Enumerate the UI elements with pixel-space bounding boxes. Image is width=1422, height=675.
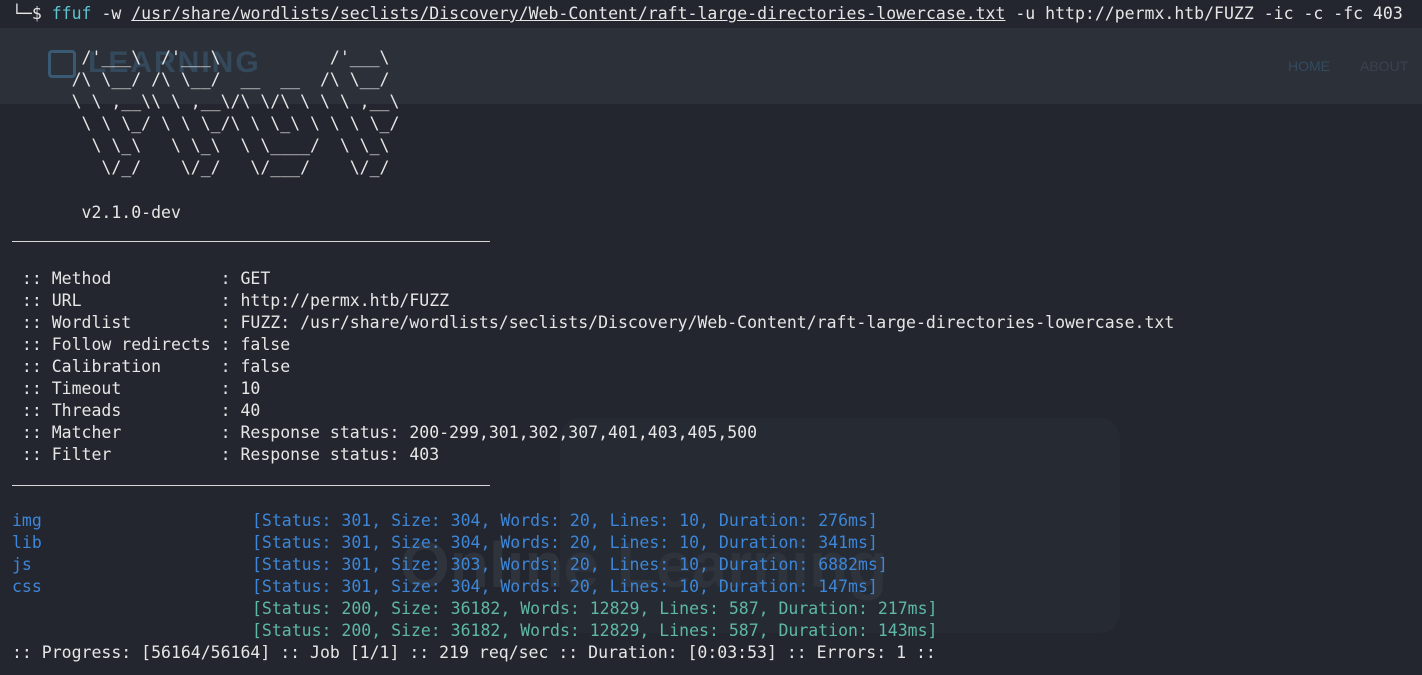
config-filter: :: Filter : Response status: 403 (12, 445, 440, 464)
config-matcher: :: Matcher : Response status: 200-299,30… (12, 423, 758, 442)
result-row: img [Status: 301, Size: 304, Words: 20, L… (12, 510, 1012, 532)
terminal-window[interactable]: LEARNING HOME ABOUT Online Learning └─$ … (0, 0, 1422, 675)
config-url: :: URL : http://permx.htb/FUZZ (12, 291, 450, 310)
banner-line: /\ \__/ /\ \__/ __ __ /\ \__/ (12, 70, 390, 89)
banner-line: /'___\ /'___\ /'___\ (12, 48, 390, 67)
config-wordlist: :: Wordlist : FUZZ: /usr/share/wordlists… (12, 313, 1175, 332)
config-method: :: Method : GET (12, 269, 271, 288)
command-tool: ffuf (51, 4, 92, 23)
terminal-output[interactable]: └─$ ffuf -w /usr/share/wordlists/seclist… (0, 0, 1422, 675)
result-info: [Status: 301, Size: 303, Words: 20, Line… (252, 555, 888, 574)
version-label: v2.1.0-dev (12, 203, 181, 222)
result-info: [Status: 200, Size: 36182, Words: 12829,… (252, 621, 938, 640)
config-timeout: :: Timeout : 10 (12, 379, 261, 398)
result-path: img (12, 511, 42, 530)
command-wordlist-path[interactable]: /usr/share/wordlists/seclists/Discovery/… (131, 4, 1005, 23)
config-calibration: :: Calibration : false (12, 357, 291, 376)
config-threads: :: Threads : 40 (12, 401, 261, 420)
banner-line: \ \ ,__\\ \ ,__\/\ \/\ \ \ \ ,__\ (12, 92, 400, 111)
banner-line: \/_/ \/_/ \/___/ \/_/ (12, 158, 390, 177)
result-info: [Status: 200, Size: 36182, Words: 12829,… (252, 599, 938, 618)
progress-status: :: Progress: [56164/56164] :: Job [1/1] … (12, 643, 936, 662)
result-row: [Status: 200, Size: 36182, Words: 12829,… (12, 620, 1012, 642)
separator (12, 241, 490, 242)
result-row: lib [Status: 301, Size: 304, Words: 20, L… (12, 532, 1012, 554)
result-row: css [Status: 301, Size: 304, Words: 20, L… (12, 576, 1012, 598)
result-path: lib (12, 533, 42, 552)
result-info: [Status: 301, Size: 304, Words: 20, Line… (252, 577, 878, 596)
result-info: [Status: 301, Size: 304, Words: 20, Line… (252, 533, 878, 552)
config-follow-redirects: :: Follow redirects : false (12, 335, 291, 354)
banner-line: \ \ \_/ \ \ \_/\ \ \_\ \ \ \ \_/ (12, 114, 400, 133)
result-info: [Status: 301, Size: 304, Words: 20, Line… (252, 511, 878, 530)
result-row: [Status: 200, Size: 36182, Words: 12829,… (12, 598, 1012, 620)
result-path: js (12, 555, 32, 574)
result-path: css (12, 577, 42, 596)
command-arguments: -u http://permx.htb/FUZZ -ic -c -fc 403 (1015, 4, 1403, 23)
result-row: js [Status: 301, Size: 303, Words: 20, Li… (12, 554, 1012, 576)
separator (12, 485, 490, 486)
banner-line: \ \_\ \ \_\ \ \____/ \ \_\ (12, 136, 390, 155)
command-flag: -w (101, 4, 122, 23)
command-line: └─$ ffuf -w /usr/share/wordlists/seclist… (12, 3, 1403, 25)
prompt-arrow: └─$ (12, 4, 42, 23)
